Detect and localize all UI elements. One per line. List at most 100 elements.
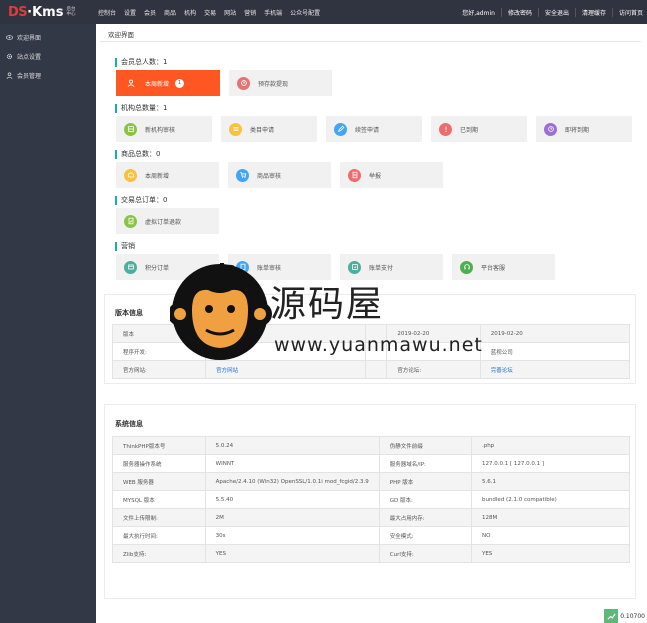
table-cell: 最大执行时间: xyxy=(112,526,206,545)
sidebar-item-member-management[interactable]: 会员管理 xyxy=(6,70,41,80)
tile-label: 举报 xyxy=(369,172,382,180)
cart-icon xyxy=(236,168,249,182)
nav-members[interactable]: 会员 xyxy=(144,8,156,17)
table-cell: 2M xyxy=(204,508,380,527)
table-cell: 官方网站: xyxy=(111,360,207,379)
tile-platform-service[interactable]: 平台客服 xyxy=(452,254,555,280)
table-cell: ThinkPHP版本号 xyxy=(112,436,206,455)
official-site-link[interactable]: 官方网站 xyxy=(216,368,238,374)
nav-goods[interactable]: 商品 xyxy=(164,8,176,17)
clear-cache-link[interactable]: 清理缓存 xyxy=(574,7,606,17)
tile-category-application[interactable]: 类目申请 xyxy=(221,116,317,142)
tile-label: 续签申请 xyxy=(355,126,380,134)
table-row: ThinkPHP版本号 5.0.24 伪静文件前缀 .php xyxy=(112,436,631,455)
doc-icon xyxy=(348,168,361,182)
tile-label: 账单支付 xyxy=(369,264,394,272)
change-password-link[interactable]: 修改密码 xyxy=(500,7,532,17)
table-cell: YES xyxy=(470,544,631,563)
section-title-orders: 交易总订单：0 xyxy=(115,196,167,205)
system-panel: 系统信息 ThinkPHP版本号 5.0.24 伪静文件前缀 .php 服务器操… xyxy=(104,404,636,599)
tile-label: 积分订单 xyxy=(145,264,170,272)
tile-label: 平台客服 xyxy=(481,264,506,272)
table-row: 最大执行时间: 30s 安全模式: NO xyxy=(112,526,631,545)
system-table: ThinkPHP版本号 5.0.24 伪静文件前缀 .php 服务器操作系统 W… xyxy=(112,436,631,563)
speed-icon xyxy=(604,609,619,623)
sidebar-item-label: 站点设置 xyxy=(17,53,42,61)
nav-console[interactable]: 控制台 xyxy=(98,8,116,17)
table-cell: 5.6.1 xyxy=(470,472,631,491)
visit-home-link[interactable]: 访问首页 xyxy=(611,7,643,17)
table-row: Zlib支持: YES Curl支持: YES xyxy=(112,544,631,563)
table-cell: 30s xyxy=(204,526,380,545)
table-cell: 蓝视公司 xyxy=(479,342,631,361)
table-row: WEB 服务器 Apache/2.4.10 (Win32) OpenSSL/1.… xyxy=(112,472,631,491)
table-cell: YES xyxy=(204,544,380,563)
table-cell: 伪静文件前缀 xyxy=(378,436,472,455)
nav-wechat-config[interactable]: 公众号配置 xyxy=(290,8,320,17)
tile-new-institution-review[interactable]: 新机构审核 xyxy=(116,116,212,142)
logo-ds: DS xyxy=(8,4,28,20)
logo-sub-2: 中心 xyxy=(66,12,76,17)
tile-expired[interactable]: 已到期 xyxy=(431,116,527,142)
nav-mobile[interactable]: 手机端 xyxy=(264,8,282,17)
tile-label: 新机构审核 xyxy=(145,126,176,134)
tile-expiring-soon[interactable]: 即将到期 xyxy=(536,116,632,142)
nav-trade[interactable]: 交易 xyxy=(204,8,216,17)
tile-virtual-order-refund[interactable]: 虚拟订单退款 xyxy=(116,208,219,234)
tile-deposit-withdrawal[interactable]: 预存款提现 xyxy=(229,70,332,96)
table-cell: MYSQL 版本 xyxy=(112,490,206,509)
nav-settings[interactable]: 设置 xyxy=(124,8,136,17)
user-greeting[interactable]: 您好,admin xyxy=(456,8,495,17)
table-cell: .php xyxy=(470,436,631,455)
top-right-links: 您好,admin 修改密码 安全退出 清理缓存 访问首页 xyxy=(450,0,643,24)
store-icon xyxy=(124,122,137,136)
tile-goods-weekly-new[interactable]: 本周新增 xyxy=(116,162,219,188)
tile-label: 已到期 xyxy=(460,126,479,134)
tile-goods-report[interactable]: 举报 xyxy=(340,162,443,188)
table-row: 服务器操作系统 WINNT 服务器域名/IP: 127.0.0.1 [ 127.… xyxy=(112,454,631,473)
tile-renewal-application[interactable]: 续签申请 xyxy=(326,116,422,142)
section-title-marketing: 营销 xyxy=(115,242,135,251)
table-cell: bundled (2.1.0 compatible) xyxy=(470,490,631,509)
table-cell: WEB 服务器 xyxy=(112,472,206,491)
panel-title: 版本信息 xyxy=(115,309,143,317)
table-cell: PHP 版本 xyxy=(378,472,472,491)
table-cell: 完善论坛 xyxy=(479,360,631,379)
table-cell: 程序开发: xyxy=(111,342,207,361)
table-cell: Curl支持: xyxy=(378,544,472,563)
nav-marketing[interactable]: 营销 xyxy=(244,8,256,17)
tile-label: 虚拟订单退款 xyxy=(145,218,182,226)
sidebar-item-welcome[interactable]: 欢迎界面 xyxy=(6,32,41,42)
tile-label: 预存款提现 xyxy=(258,80,289,88)
logo[interactable]: DS ·Kms 后台 中心 xyxy=(8,4,78,20)
table-cell: 最大占用内存: xyxy=(378,508,472,527)
points-icon xyxy=(124,260,137,274)
divider xyxy=(100,41,641,42)
nav-institutions[interactable]: 机构 xyxy=(184,8,196,17)
sidebar: 欢迎界面 站点设置 会员管理 xyxy=(0,24,96,623)
tile-label: 账单审核 xyxy=(257,264,282,272)
alert-icon xyxy=(439,122,452,136)
main-nav: 控制台 设置 会员 商品 机构 交易 网站 营销 手机端 公众号配置 xyxy=(98,0,328,24)
official-forum-link[interactable]: 完善论坛 xyxy=(491,368,513,374)
nav-website[interactable]: 网站 xyxy=(224,8,236,17)
sidebar-item-label: 欢迎界面 xyxy=(17,34,42,42)
count-badge: 1 xyxy=(175,78,185,88)
section-title-institutions: 机构总数量：1 xyxy=(115,104,167,113)
table-cell: 127.0.0.1 [ 127.0.0.1 ] xyxy=(470,454,631,473)
service-icon xyxy=(460,260,473,274)
logout-link[interactable]: 安全退出 xyxy=(537,7,569,17)
tab-welcome[interactable]: 欢迎界面 xyxy=(108,29,134,39)
pay-icon xyxy=(348,260,361,274)
clock-icon xyxy=(544,122,557,136)
sidebar-item-site-settings[interactable]: 站点设置 xyxy=(6,51,41,61)
tile-label: 即将到期 xyxy=(565,126,590,134)
table-cell: 5.0.24 xyxy=(204,436,380,455)
tile-members-weekly-new[interactable]: 本周新增 1 xyxy=(116,70,220,96)
table-cell: GD 版本: xyxy=(378,490,472,509)
logo-subtitle: 后台 中心 xyxy=(66,7,78,17)
table-cell: 版本 xyxy=(111,324,207,343)
table-cell: 服务器域名/IP: xyxy=(378,454,472,473)
tile-goods-review[interactable]: 商品审核 xyxy=(228,162,331,188)
tile-points-orders[interactable]: 积分订单 xyxy=(116,254,219,280)
